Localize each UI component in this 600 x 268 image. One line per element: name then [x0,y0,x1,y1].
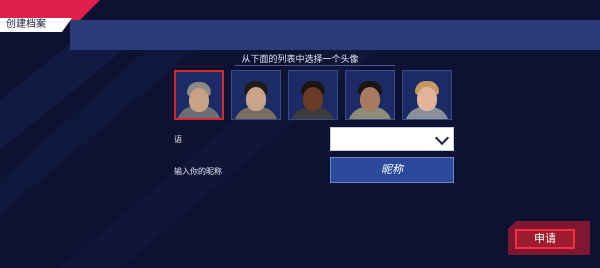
prompt-divider [235,65,395,66]
language-select[interactable] [330,127,454,151]
avatar-face [360,87,380,111]
nickname-label: 输入你的昵称 [174,167,222,176]
avatar-face [189,88,209,112]
nickname-button[interactable]: 昵称 [330,157,454,183]
avatar-option-5[interactable] [402,70,452,120]
page-title: 创建档案 [0,18,72,32]
chevron-down-icon [434,130,450,146]
avatar-face [417,87,437,111]
avatar-option-4[interactable] [345,70,395,120]
language-label: 语 [174,135,182,144]
avatar-face [303,87,323,111]
avatar-option-2[interactable] [231,70,281,120]
apply-button[interactable]: 申请 [515,229,575,249]
avatar-list [174,70,452,120]
header-band [70,20,600,50]
avatar-face [246,87,266,111]
avatar-option-1[interactable] [174,70,224,120]
avatar-prompt: 从下面的列表中选择一个头像 [241,55,359,65]
avatar-option-3[interactable] [288,70,338,120]
